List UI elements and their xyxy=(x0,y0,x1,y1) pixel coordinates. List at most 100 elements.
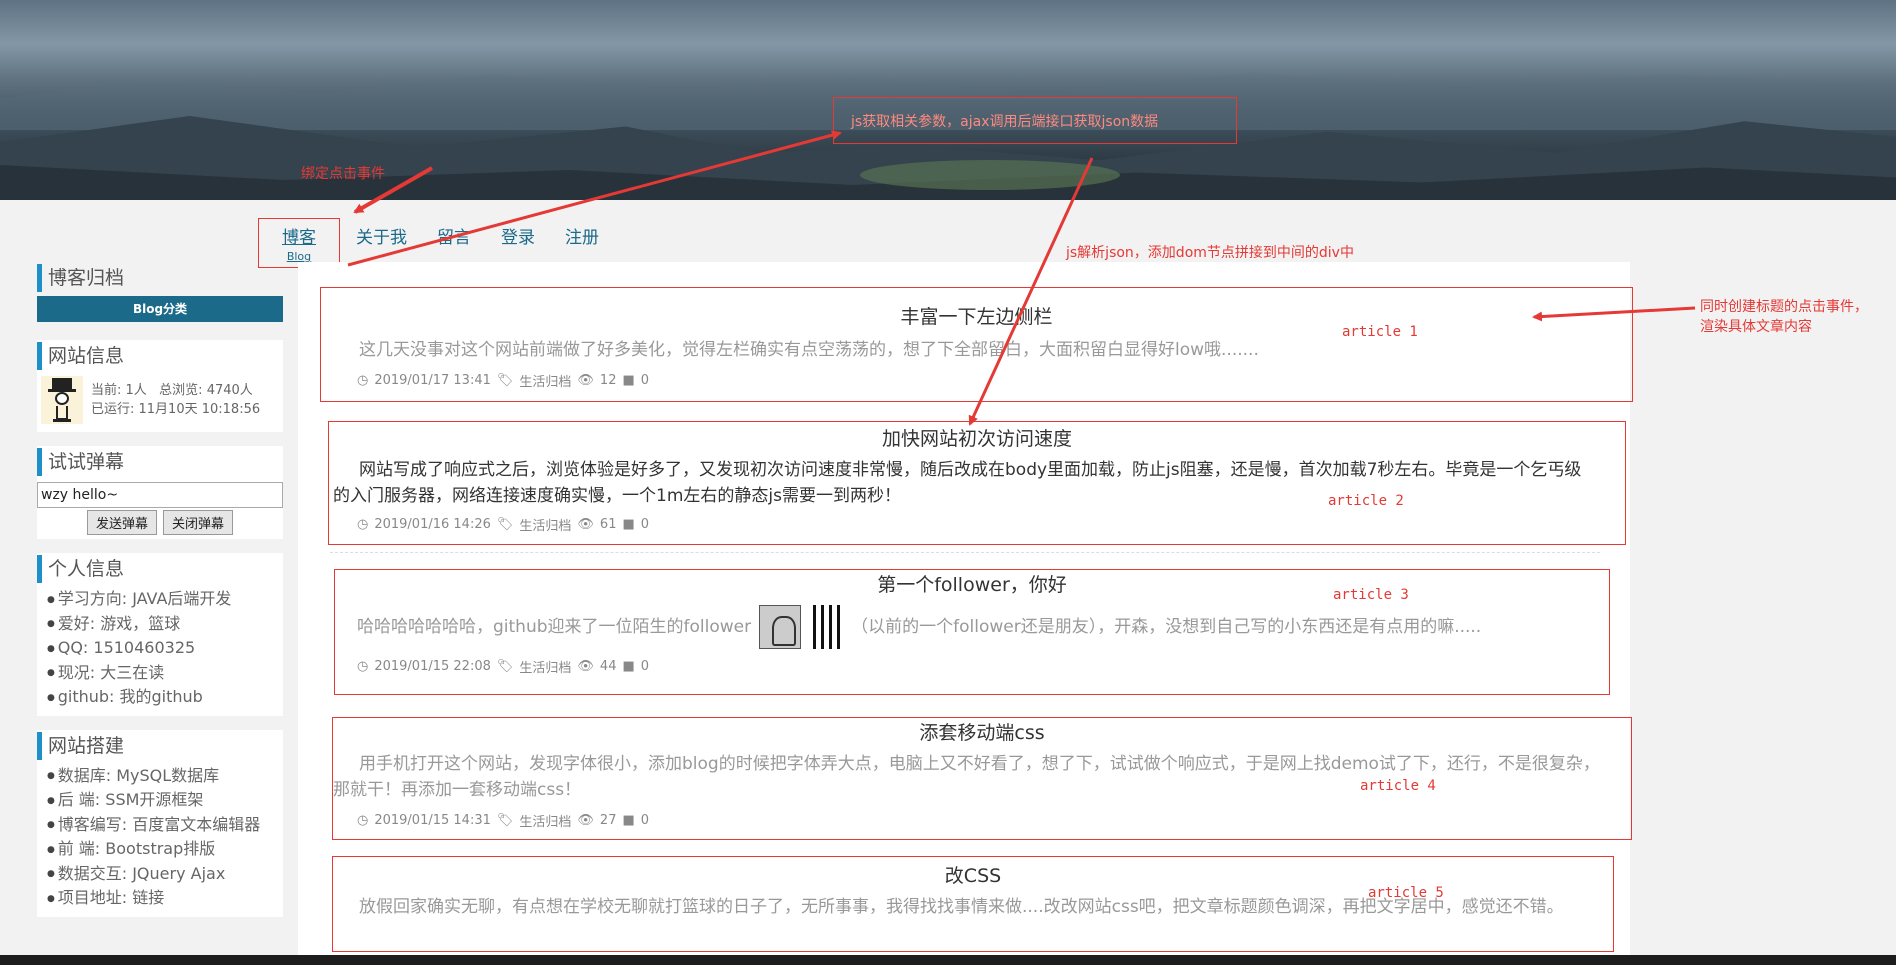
site-info-title: 网站信息 xyxy=(37,342,283,370)
site-info-lines: 当前: 1人 总浏览: 4740人 已运行: 11月10天 10:18:56 xyxy=(91,381,260,419)
article-card-3: 第一个follower，你好 哈哈哈哈哈哈哈，github迎来了一位陌生的fol… xyxy=(334,569,1610,695)
ajax-annotation: js获取相关参数，ajax调用后端接口获取json数据 xyxy=(851,114,1159,130)
list-item: QQ: 1510460325 xyxy=(47,636,283,661)
nav-item-messages[interactable]: 留言 xyxy=(437,218,471,248)
avatar xyxy=(41,376,83,424)
taskbar xyxy=(0,955,1896,965)
list-item: 前 端: Bootstrap排版 xyxy=(47,837,283,862)
sidebar: 博客归档 Blog分类 网站信息 当前: 1人 总浏览: 4740人 已运行: … xyxy=(37,262,283,931)
article-summary: 用手机打开这个网站，发现字体很小，添加blog的时候把字体弄大点，电脑上又不好看… xyxy=(333,754,1600,800)
article-card-2: 加快网站初次访问速度 网站写成了响应式之后，浏览体验是好多了，又发现初次访问速度… xyxy=(328,421,1626,545)
article-title[interactable]: 第一个follower，你好 xyxy=(335,570,1609,597)
title-click-annotation-2: 渲染具体文章内容 xyxy=(1700,319,1812,335)
eye-icon: 👁 xyxy=(577,373,594,388)
eye-icon: 👁 xyxy=(577,659,594,674)
article-title[interactable]: 加快网站初次访问速度 xyxy=(329,424,1625,451)
article-annotation-4: article 4 xyxy=(1360,778,1436,794)
article-summary: 哈哈哈哈哈哈哈，github迎来了一位陌生的follower （以前的一个foll… xyxy=(331,605,1599,649)
json-parse-annotation: js解析json，添加dom节点拼接到中间的div中 xyxy=(1066,245,1354,261)
valley-field xyxy=(860,160,1120,190)
danmu-title: 试试弹幕 xyxy=(37,448,283,476)
site-info-uptime: 已运行: 11月10天 10:18:56 xyxy=(91,402,261,417)
article-views: 27 xyxy=(599,813,617,828)
main-nav: 博客 Blog 关于我 留言 登录 注册 xyxy=(258,218,629,268)
article-card-4: 添套移动端css 用手机打开这个网站，发现字体很小，添加blog的时候把字体弄大… xyxy=(332,717,1632,840)
article-meta: ◷ 2019/01/16 14:26 🏷 生活归档 👁 61 ■ 0 xyxy=(357,515,1625,534)
clock-icon: ◷ xyxy=(357,813,369,828)
clock-icon: ◷ xyxy=(357,517,369,532)
article-comments: 0 xyxy=(640,659,650,674)
eye-icon: 👁 xyxy=(577,517,594,532)
tag-icon: 🏷 xyxy=(496,517,514,532)
article-category[interactable]: 生活归档 xyxy=(519,657,571,676)
nav-item-blog[interactable]: 博客 Blog xyxy=(258,218,340,268)
project-link[interactable]: 项目地址: 链接 xyxy=(47,886,283,911)
article-title[interactable]: 丰富一下左边侧栏 xyxy=(321,302,1632,329)
list-item: 后 端: SSM开源框架 xyxy=(47,788,283,813)
title-click-annotation-1: 同时创建标题的点击事件， xyxy=(1700,299,1868,315)
list-item: 博客编写: 百度富文本编辑器 xyxy=(47,813,283,838)
list-item: 现况: 大三在读 xyxy=(47,661,283,686)
close-danmu-button[interactable]: 关闭弹幕 xyxy=(163,510,234,535)
danmu-input[interactable] xyxy=(37,482,283,508)
article-comments: 0 xyxy=(640,373,650,388)
build-list: 数据库: MySQL数据库 后 端: SSM开源框架 博客编写: 百度富文本编辑… xyxy=(37,764,283,911)
article-comments: 0 xyxy=(640,813,650,828)
site-info-body: 当前: 1人 总浏览: 4740人 已运行: 11月10天 10:18:56 xyxy=(37,374,283,426)
follower-images xyxy=(759,605,844,649)
send-danmu-button[interactable]: 发送弹幕 xyxy=(86,510,157,535)
article-annotation-3: article 3 xyxy=(1333,587,1409,603)
article-category[interactable]: 生活归档 xyxy=(519,811,571,830)
comment-icon: ■ xyxy=(622,373,635,388)
site-info-panel: 网站信息 当前: 1人 总浏览: 4740人 已运行: 11月10天 10:18… xyxy=(37,340,283,432)
tag-icon: 🏷 xyxy=(496,373,514,388)
nav-item-register[interactable]: 注册 xyxy=(565,218,599,248)
clock-icon: ◷ xyxy=(357,659,369,674)
list-item: 数据交互: JQuery Ajax xyxy=(47,862,283,887)
divider xyxy=(330,552,1600,553)
blog-category-button[interactable]: Blog分类 xyxy=(37,296,283,322)
danmu-buttons: 发送弹幕 关闭弹幕 xyxy=(37,510,283,535)
github-link[interactable]: github: 我的github xyxy=(47,685,283,710)
archive-title: 博客归档 xyxy=(37,264,283,292)
article-annotation-5: article 5 xyxy=(1368,885,1444,901)
article-date: 2019/01/15 14:31 xyxy=(374,813,491,828)
nav-item-about[interactable]: 关于我 xyxy=(356,218,407,248)
article-meta: ◷ 2019/01/15 22:08 🏷 生活归档 👁 44 ■ 0 xyxy=(357,657,1609,676)
personal-panel: 个人信息 学习方向: JAVA后端开发 爱好: 游戏，篮球 QQ: 151046… xyxy=(37,553,283,716)
list-item: 数据库: MySQL数据库 xyxy=(47,764,283,789)
archive-panel: 博客归档 Blog分类 xyxy=(37,262,283,322)
article-annotation-2: article 2 xyxy=(1328,493,1404,509)
list-item: 学习方向: JAVA后端开发 xyxy=(47,587,283,612)
follower-avatar-image xyxy=(759,605,802,649)
article-views: 12 xyxy=(599,373,617,388)
article-title[interactable]: 添套移动端css xyxy=(333,718,1631,745)
article-category[interactable]: 生活归档 xyxy=(519,515,571,534)
article-meta: ◷ 2019/01/15 14:31 🏷 生活归档 👁 27 ■ 0 xyxy=(357,811,1631,830)
click-event-annotation: 绑定点击事件 xyxy=(301,166,385,182)
tag-icon: 🏷 xyxy=(496,813,514,828)
article-views: 61 xyxy=(599,517,617,532)
article-title[interactable]: 改CSS xyxy=(333,861,1613,888)
article-comments: 0 xyxy=(640,517,650,532)
article-card-1: 丰富一下左边侧栏 这几天没事对这个网站前端做了好多美化，觉得左栏确实有点空荡荡的… xyxy=(320,287,1633,402)
article-card-5: 改CSS 放假回家确实无聊，有点想在学校无聊就打篮球的日子了，无所事事，我得找找… xyxy=(332,856,1614,952)
follower-cage-image xyxy=(809,605,844,649)
build-title: 网站搭建 xyxy=(37,731,283,760)
article-category[interactable]: 生活归档 xyxy=(519,371,571,390)
nav-item-login[interactable]: 登录 xyxy=(501,218,535,248)
tag-icon: 🏷 xyxy=(496,659,514,674)
site-info-visitors: 当前: 1人 总浏览: 4740人 xyxy=(91,383,253,398)
article-date: 2019/01/15 22:08 xyxy=(374,659,491,674)
article-annotation-1: article 1 xyxy=(1342,324,1418,340)
danmu-panel: 试试弹幕 发送弹幕 关闭弹幕 xyxy=(37,446,283,539)
article-summary-end: （以前的一个follower还是朋友），开森，没想到自己写的小东西还是有点用的嘛… xyxy=(851,617,1482,637)
comment-icon: ■ xyxy=(622,517,635,532)
comment-icon: ■ xyxy=(622,659,635,674)
article-summary: 这几天没事对这个网站前端做了好多美化，觉得左栏确实有点空荡荡的，想了下全部留白，… xyxy=(359,340,1259,360)
nav-item-blog-label: 博客 xyxy=(282,228,316,248)
list-item: 爱好: 游戏，篮球 xyxy=(47,612,283,637)
personal-list: 学习方向: JAVA后端开发 爱好: 游戏，篮球 QQ: 1510460325 … xyxy=(37,587,283,710)
eye-icon: 👁 xyxy=(577,813,594,828)
comment-icon: ■ xyxy=(622,813,635,828)
